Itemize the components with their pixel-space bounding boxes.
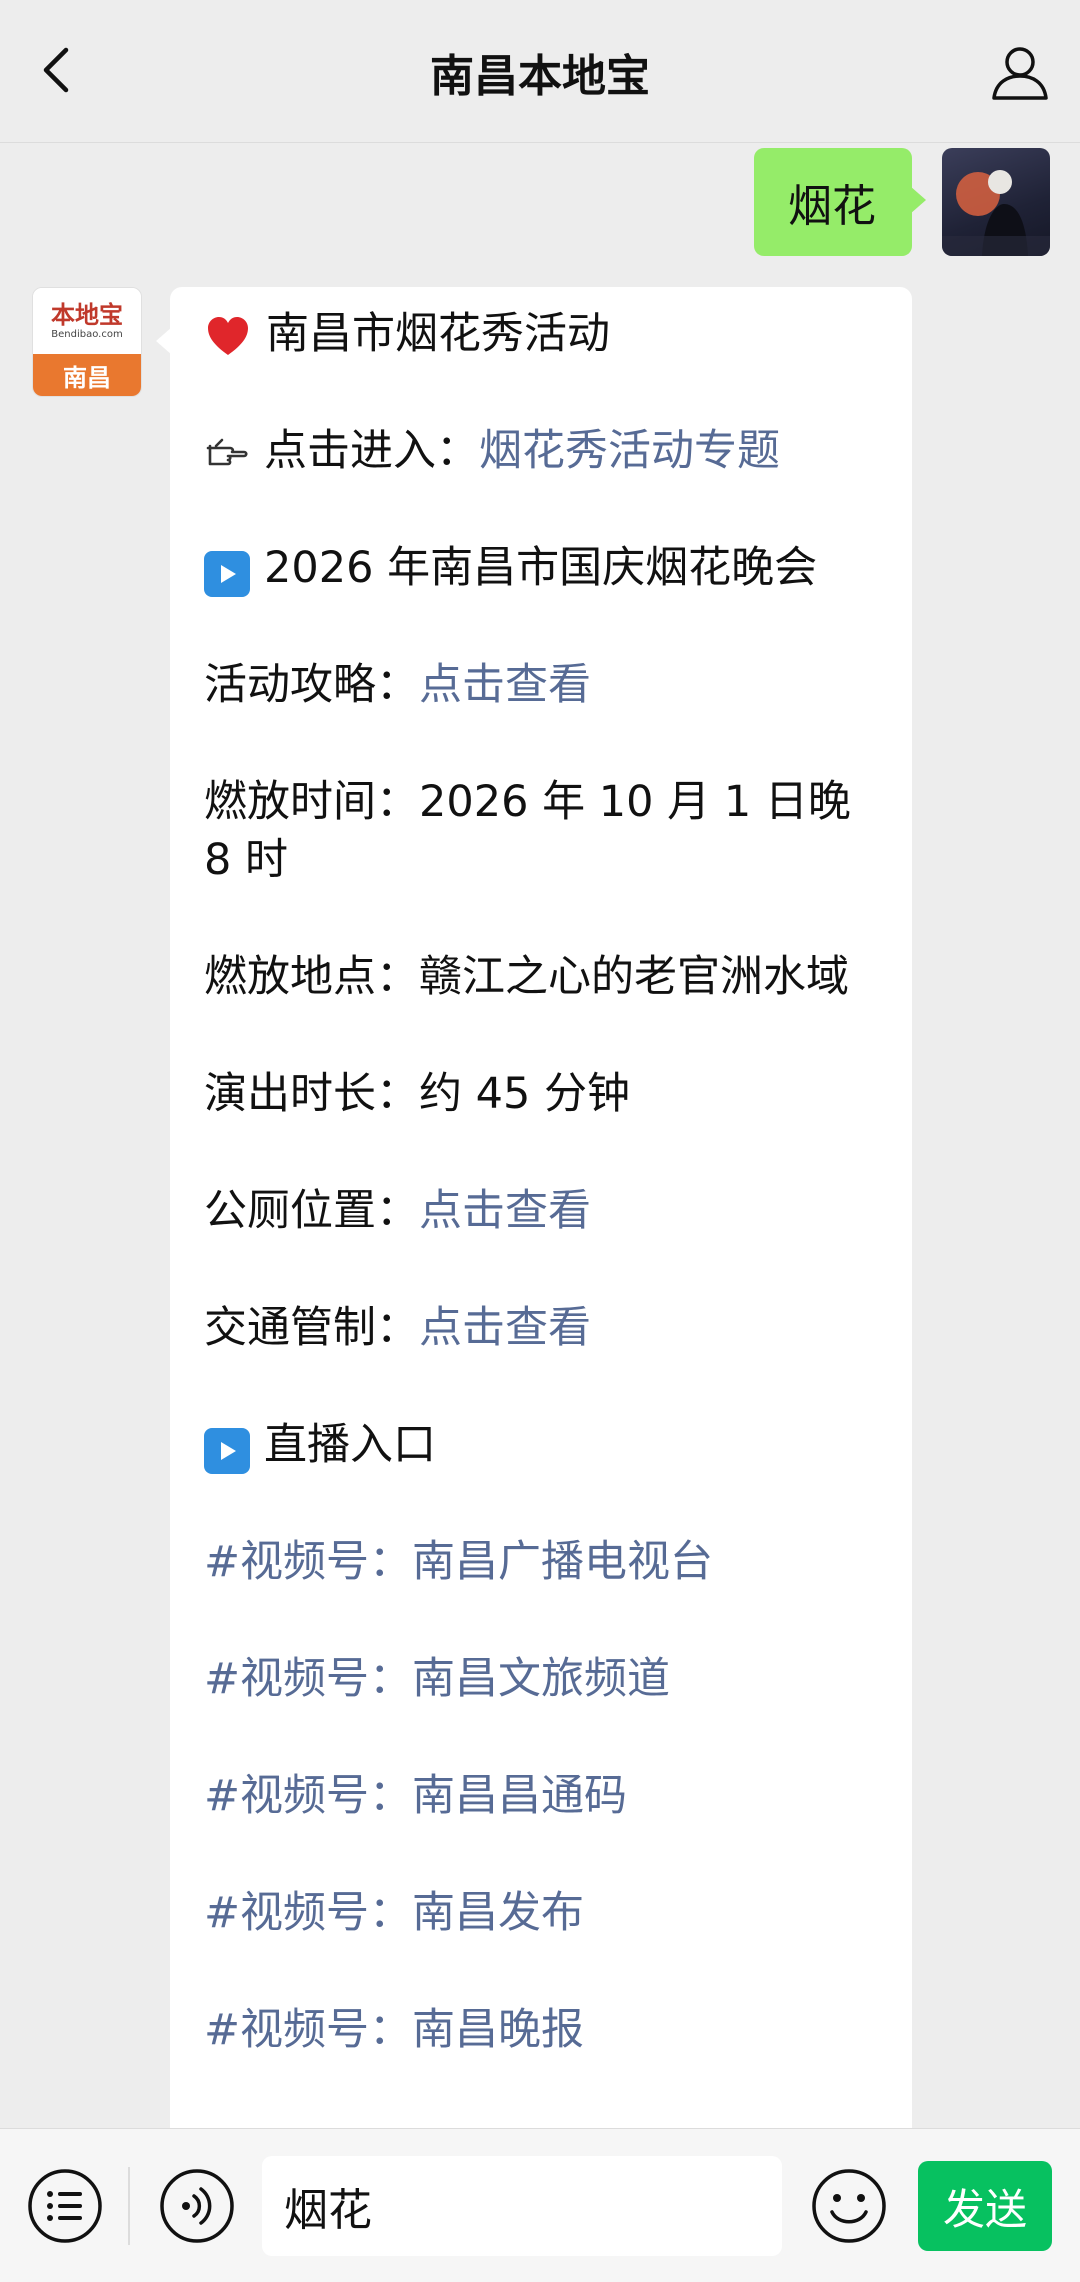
- profile-button[interactable]: [988, 40, 1052, 104]
- play-icon: [204, 1428, 250, 1474]
- logo-subtext: Bendibao.com: [51, 329, 123, 340]
- pointing-hand-icon: [206, 438, 248, 465]
- message-line-event: 2026 年南昌市国庆烟花晚会: [204, 539, 892, 597]
- chat-page: 南昌本地宝 烟花 本地宝 Bendibao.com 南昌 南昌市烟花秀活动 点击…: [0, 0, 1080, 2282]
- divider: [128, 2167, 130, 2245]
- message-line-duration: 演出时长：约 45 分钟: [204, 1069, 631, 1119]
- message-line-heading: 南昌市烟花秀活动: [204, 305, 892, 363]
- channel-link[interactable]: #视频号：南昌文旅频道: [204, 1650, 892, 1708]
- voice-button[interactable]: [156, 2165, 238, 2247]
- send-button[interactable]: 发送: [918, 2161, 1052, 2251]
- page-title: 南昌本地宝: [430, 51, 650, 102]
- top-bar: 南昌本地宝: [0, 0, 1080, 143]
- emoji-button[interactable]: [808, 2165, 890, 2247]
- logo-text: 本地宝: [51, 301, 123, 329]
- message-line-place: 燃放地点：赣江之心的老官洲水域: [204, 952, 849, 1002]
- heart-icon: [208, 316, 248, 355]
- message-line-traffic: 交通管制：点击查看: [204, 1303, 591, 1353]
- avatar-image: [942, 170, 1050, 256]
- message-input[interactable]: [262, 2156, 782, 2256]
- channel-link[interactable]: #视频号：南昌晚报: [204, 2001, 892, 2059]
- message-line-live: 直播入口: [204, 1416, 892, 1474]
- list-menu-icon: [28, 2169, 102, 2243]
- menu-button[interactable]: [24, 2165, 106, 2247]
- channel-link[interactable]: #视频号：南昌发布: [204, 1884, 892, 1942]
- toilet-link[interactable]: 点击查看: [419, 1186, 591, 1236]
- message-line-time: 燃放时间：2026 年 10 月 1 日晚 8 时: [204, 777, 851, 885]
- channel-link[interactable]: #视频号：南昌昌通码: [204, 1767, 892, 1825]
- user-icon: [992, 47, 1048, 100]
- input-bar: 发送: [0, 2128, 1080, 2282]
- message-line-guide: 活动攻略：点击查看: [204, 660, 591, 710]
- outgoing-bubble[interactable]: 烟花: [754, 148, 926, 256]
- voice-icon: [160, 2169, 234, 2243]
- message-line-toilet: 公厕位置：点击查看: [204, 1186, 591, 1236]
- logo-city: 南昌: [33, 354, 141, 396]
- user-avatar[interactable]: [942, 148, 1050, 256]
- guide-link[interactable]: 点击查看: [419, 660, 591, 710]
- topic-link[interactable]: 烟花秀活动专题: [479, 426, 780, 476]
- channel-link[interactable]: #视频号：南昌广播电视台: [204, 1533, 892, 1591]
- official-account-avatar[interactable]: 本地宝 Bendibao.com 南昌: [32, 287, 142, 397]
- play-icon: [204, 551, 250, 597]
- smiley-icon: [812, 2169, 886, 2243]
- incoming-message-bubble: 南昌市烟花秀活动 点击进入：烟花秀活动专题 2026 年南昌市国庆烟花晚会 活动…: [156, 287, 912, 2247]
- traffic-link[interactable]: 点击查看: [419, 1303, 591, 1353]
- message-line-topic: 点击进入：烟花秀活动专题: [204, 422, 892, 480]
